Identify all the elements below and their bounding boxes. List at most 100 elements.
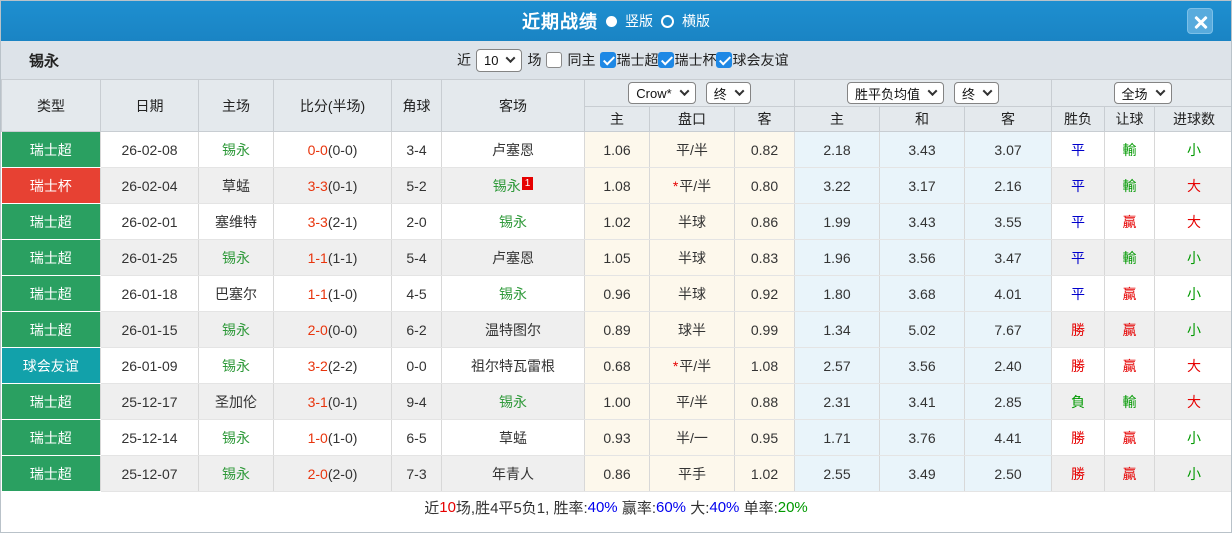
chevron-down-icon [1155, 85, 1165, 96]
avg-away-odds: 4.01 [964, 275, 1053, 312]
crow-away-odds: 0.82 [734, 131, 795, 168]
score-cell: 1-1(1-0) [273, 275, 392, 312]
avg-home-odds: 2.55 [794, 455, 880, 492]
horizontal-radio[interactable] [661, 14, 674, 28]
league-badge: 球会友谊 [1, 347, 101, 384]
same-home-checkbox[interactable] [546, 52, 563, 68]
half-score: (2-2) [327, 357, 358, 374]
avg-odds-select[interactable]: 胜平负均值 [847, 82, 945, 104]
avg-time-value: 终 [962, 86, 976, 102]
summary-segment-1: 近 [424, 499, 440, 517]
table-row: 瑞士超 25-12-14 锡永 1-0(1-0) 6-5 草蜢 0.93 半/一 0.95 1.7… [1, 419, 1231, 456]
date-cell: 25-12-14 [100, 419, 199, 456]
table-row: 瑞士超 25-12-07 锡永 2-0(2-0) 7-3 年青人 0.86 平手 1.02 2.5… [1, 455, 1231, 492]
odds-source-select[interactable]: Crow* [628, 82, 696, 104]
crow-home-odds: 1.06 [584, 131, 650, 168]
avg-draw-odds: 3.68 [879, 275, 965, 312]
odds-time-select[interactable]: 终 [705, 82, 751, 104]
score-cell: 1-0(1-0) [273, 419, 392, 456]
score-cell: 3-3(0-1) [273, 167, 392, 204]
avg-draw-odds: 3.41 [879, 383, 965, 420]
recent-count-value: 10 [484, 52, 499, 68]
close-button[interactable] [1187, 8, 1213, 34]
home-team-cell: 塞维特 [198, 203, 274, 240]
horizontal-mode-label[interactable]: 横版 [682, 11, 710, 31]
subcol-avg-home: 主 [794, 106, 880, 132]
summary-segment-8: 40% [709, 498, 740, 516]
league-badge: 瑞士杯 [1, 167, 101, 204]
corner-cell: 5-4 [391, 239, 442, 276]
table-row: 瑞士超 26-02-01 塞维特 3-3(2-1) 2-0 锡永 1.02 半球 0.86 1.9… [1, 203, 1231, 240]
away-team-name: 锡永 [492, 177, 521, 194]
home-team-cell: 锡永 [198, 347, 274, 384]
team-name: 锡永 [29, 52, 60, 70]
league-checkbox-2[interactable] [658, 52, 675, 68]
goals-result-cell: 小 [1154, 455, 1231, 492]
avg-odds-value: 胜平负均值 [855, 86, 921, 102]
handicap-star: * [672, 357, 679, 374]
full-score: 3-3 [307, 177, 328, 194]
avg-home-odds: 3.22 [794, 167, 880, 204]
avg-draw-odds: 3.76 [879, 419, 965, 456]
crow-home-odds: 0.89 [584, 311, 650, 348]
league-checkbox-1[interactable] [600, 52, 617, 68]
away-team-cell: 祖尔特瓦雷根 [441, 347, 585, 384]
avg-draw-odds: 3.56 [879, 239, 965, 276]
handicap-result-cell: 輸 [1104, 239, 1156, 276]
filter-bar: 锡永 近 10 场 同主 瑞士超 瑞士杯 球会友谊 [1, 41, 1231, 79]
league-label-3: 球会友谊 [732, 52, 789, 68]
chevron-down-icon [982, 85, 993, 96]
handicap-result-cell: 贏 [1104, 347, 1156, 384]
avg-draw-odds: 5.02 [879, 311, 965, 348]
crow-home-odds: 1.05 [584, 239, 650, 276]
away-team-name: 祖尔特瓦雷根 [471, 357, 555, 374]
summary-segment-7: 大: [686, 499, 710, 517]
vertical-radio-selected[interactable] [606, 15, 617, 27]
subcol-odds-away: 客 [734, 106, 795, 132]
handicap-cell: *平/半 [649, 347, 735, 384]
result-cell: 平 [1051, 131, 1106, 168]
avg-home-odds: 2.31 [794, 383, 880, 420]
vertical-mode-label[interactable]: 竖版 [625, 11, 653, 31]
full-score: 3-3 [307, 213, 328, 230]
chevron-down-icon [679, 85, 690, 96]
titlebar: 近期战绩 竖版 横版 [1, 1, 1231, 41]
recent-count-select[interactable]: 10 [476, 48, 523, 72]
avg-draw-odds: 3.49 [879, 455, 965, 492]
away-team-name: 锡永 [499, 213, 527, 230]
goals-result-cell: 大 [1154, 167, 1231, 204]
handicap-text: 平/半 [679, 357, 712, 374]
chevron-down-icon [506, 52, 516, 63]
away-team-name: 锡永 [499, 285, 527, 302]
league-checkbox-3[interactable] [716, 52, 733, 68]
crow-home-odds: 0.86 [584, 455, 650, 492]
odds-select-group: Crow* 终 [584, 79, 795, 107]
home-team-cell: 锡永 [198, 239, 274, 276]
subcol-result: 胜负 [1051, 106, 1106, 132]
avg-draw-odds: 3.17 [879, 167, 965, 204]
half-score: (1-0) [327, 285, 358, 302]
avg-time-select[interactable]: 终 [954, 82, 1000, 104]
score-cell: 2-0(2-0) [273, 455, 392, 492]
recent-label: 近 [457, 52, 471, 68]
subcol-odds-home: 主 [584, 106, 650, 132]
crow-away-odds: 0.99 [734, 311, 795, 348]
crow-away-odds: 0.80 [734, 167, 795, 204]
handicap-cell: 半球 [649, 203, 735, 240]
half-score: (0-0) [327, 321, 358, 338]
away-team-cell: 锡永 1 [441, 167, 585, 204]
away-team-cell: 卢塞恩 [441, 239, 585, 276]
full-score: 3-1 [307, 393, 328, 410]
home-team-cell: 锡永 [198, 131, 274, 168]
avg-home-odds: 2.18 [794, 131, 880, 168]
scope-select[interactable]: 全场 [1113, 82, 1172, 104]
handicap-cell: 球半 [649, 311, 735, 348]
date-cell: 26-02-04 [100, 167, 199, 204]
avg-away-odds: 3.55 [964, 203, 1053, 240]
score-cell: 0-0(0-0) [273, 131, 392, 168]
result-cell: 平 [1051, 275, 1106, 312]
result-cell: 負 [1051, 383, 1106, 420]
handicap-result-cell: 贏 [1104, 203, 1156, 240]
avg-draw-odds: 3.43 [879, 131, 965, 168]
result-cell: 平 [1051, 203, 1106, 240]
